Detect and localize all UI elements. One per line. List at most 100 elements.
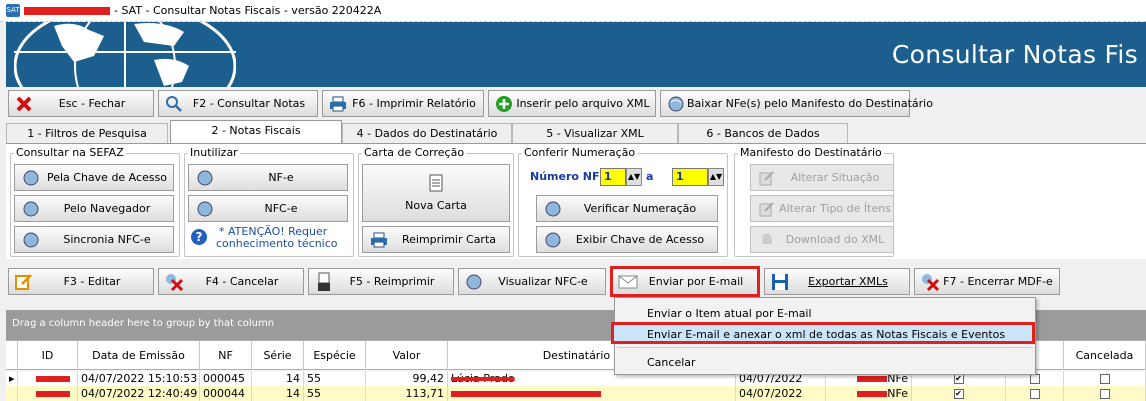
reimprimir-button[interactable]: F5 - Reimprimir [308, 268, 454, 295]
checkbox-unchecked[interactable] [1029, 374, 1040, 384]
inutilizar-nfce-button[interactable]: NFC-e [188, 195, 348, 222]
svg-text:?: ? [196, 230, 203, 244]
cancelar-nota-button[interactable]: F4 - Cancelar [158, 268, 304, 295]
consultar-label: F2 - Consultar Notas [192, 97, 306, 110]
data-cell: 04/07/2022 12:40:49 [78, 386, 200, 401]
reimprimir-carta-button[interactable]: Reimprimir Carta [362, 226, 510, 253]
encerrar-mdfe-button[interactable]: F7 - Encerrar MDF-e [914, 268, 1060, 295]
imprimir-relatorio-button[interactable]: F6 - Imprimir Relatório [322, 90, 484, 117]
printer-icon [327, 94, 349, 114]
enviar-email-button[interactable]: Enviar por E-mail [610, 266, 760, 297]
checkbox-unchecked[interactable] [1099, 389, 1110, 399]
valor-cell: 113,71 [366, 386, 448, 401]
close-x-icon [13, 94, 35, 114]
checkbox-unchecked[interactable] [1099, 374, 1110, 384]
consultar-button[interactable]: F2 - Consultar Notas [158, 90, 318, 117]
menu-item-cancelar[interactable]: Cancelar [647, 356, 696, 369]
col-id[interactable]: ID [18, 341, 78, 370]
col-cancelada[interactable]: Cancelada [1064, 341, 1146, 370]
checkbox-unchecked[interactable] [1029, 389, 1040, 399]
enviar-email-label: Enviar por E-mail [648, 275, 744, 288]
checkbox-cell[interactable]: ✔ [912, 386, 1006, 401]
tipo-text: NFe [887, 387, 908, 400]
col-serie[interactable]: Série [252, 341, 304, 370]
verificar-numeracao-button[interactable]: Verificar Numeração [536, 195, 718, 222]
spin-updown-icon[interactable]: ▲▼ [626, 168, 642, 186]
especie-cell: 55 [304, 386, 366, 401]
sefaz-sincronia-button[interactable]: Sincronia NFC-e [14, 226, 174, 253]
visualizar-nfce-button[interactable]: Visualizar NFC-e [458, 268, 606, 295]
data2-cell: 04/07/2022 [736, 386, 826, 401]
inutilizar-nfe-label: NF-e [268, 171, 294, 184]
sefaz-sincronia-label: Sincronia NFC-e [63, 233, 151, 246]
title-bar: SAT - SAT - Consultar Notas Fiscais - ve… [0, 0, 1146, 22]
reimprimir-label: F5 - Reimprimir [349, 275, 435, 288]
download-icon [757, 230, 777, 250]
row-indicator-header [6, 341, 18, 370]
inserir-label: Inserir pelo arquivo XML [516, 97, 650, 110]
col-especie[interactable]: Espécie [304, 341, 366, 370]
inutilizar-nfce-label: NFC-e [264, 202, 298, 215]
table-row[interactable]: 04/07/2022 12:40:49 000044 14 55 113,71 … [6, 386, 1146, 401]
alterar-tipo-label: Alterar Tipo de Ítens [779, 202, 891, 215]
exportar-xmls-button[interactable]: Exportar XMLs [764, 268, 910, 295]
menu-item-enviar-todos[interactable]: Enviar E-mail e anexar o xml de todas as… [611, 322, 1035, 344]
sefaz-chave-button[interactable]: Pela Chave de Acesso [14, 164, 174, 191]
document-icon [429, 174, 443, 195]
download-xml-button[interactable]: Download do XML [750, 226, 894, 253]
cancel-x-icon [163, 272, 185, 292]
serie-cell: 14 [252, 371, 304, 386]
row-indicator [6, 386, 18, 401]
group-title: Inutilizar [188, 146, 240, 159]
menu-item-enviar-atual[interactable]: Enviar o Item atual por E-mail [647, 307, 812, 320]
tab-visualizar-xml[interactable]: 5 - Visualizar XML [512, 123, 678, 143]
tab-bancos-dados[interactable]: 6 - Bancos de Dados [678, 123, 848, 143]
tab-destinatario[interactable]: 4 - Dados do Destinatário [342, 123, 512, 143]
cancelada-cell[interactable] [1064, 386, 1146, 401]
nf-to-input[interactable]: 1 [672, 168, 708, 186]
especie-cell: 55 [304, 371, 366, 386]
nf-cell: 000044 [200, 386, 252, 401]
id-cell-redacted [18, 386, 78, 401]
edit-icon [757, 168, 777, 188]
baixar-label: Baixar NFe(s) pelo Manifesto do Destinat… [687, 97, 933, 110]
printer-icon [369, 230, 389, 250]
spin-updown-icon[interactable]: ▲▼ [708, 168, 724, 186]
entregada-cell[interactable] [1006, 386, 1064, 401]
editar-button[interactable]: F3 - Editar [8, 268, 154, 295]
inutilizar-nfe-button[interactable]: NF-e [188, 164, 348, 191]
tab-filtros[interactable]: 1 - Filtros de Pesquisa [6, 123, 168, 143]
page-title: Consultar Notas Fis [891, 40, 1138, 69]
baixar-manifesto-button[interactable]: Baixar NFe(s) pelo Manifesto do Destinat… [660, 90, 933, 117]
checkbox-checked[interactable]: ✔ [953, 389, 964, 399]
close-label: Esc - Fechar [58, 97, 126, 110]
globe-icon [21, 168, 41, 188]
col-valor[interactable]: Valor [366, 341, 448, 370]
col-data-emissao[interactable]: Data de Emissão [78, 341, 200, 370]
download-xml-label: Download do XML [785, 233, 885, 246]
nf-from-input[interactable]: 1 [600, 168, 626, 186]
encerrar-label: F7 - Encerrar MDF-e [943, 275, 1053, 288]
window-title: - SAT - Consultar Notas Fiscais - versão… [114, 4, 382, 17]
visualizar-nfce-label: Visualizar NFC-e [498, 275, 588, 288]
exibir-chave-button[interactable]: Exibir Chave de Acesso [536, 226, 718, 253]
inserir-xml-button[interactable]: Inserir pelo arquivo XML [488, 90, 656, 117]
sefaz-navegador-button[interactable]: Pelo Navegador [14, 195, 174, 222]
cancelar-label: F4 - Cancelar [205, 275, 279, 288]
numero-nf-label: Número NF: [530, 170, 604, 183]
close-button[interactable]: Esc - Fechar [8, 90, 154, 117]
id-cell-redacted [18, 371, 78, 386]
tab-notas-fiscais[interactable]: 2 - Notas Fiscais [170, 120, 342, 144]
redacted-company-name [24, 7, 110, 15]
email-context-menu: Enviar o Item atual por E-mail Enviar E-… [611, 297, 1036, 375]
checkbox-checked[interactable]: ✔ [953, 374, 964, 384]
verificar-numeracao-label: Verificar Numeração [583, 202, 697, 215]
nova-carta-button[interactable]: Nova Carta [362, 164, 510, 222]
range-separator: a [646, 170, 654, 183]
edit-icon [757, 199, 777, 219]
cancelada-cell[interactable] [1064, 371, 1146, 386]
alterar-tipo-button[interactable]: Alterar Tipo de Ítens [750, 195, 894, 222]
alterar-situacao-button[interactable]: Alterar Situação [750, 164, 894, 191]
group-by-hint: Drag a column header here to group by th… [12, 318, 275, 329]
col-nf[interactable]: NF [200, 341, 252, 370]
